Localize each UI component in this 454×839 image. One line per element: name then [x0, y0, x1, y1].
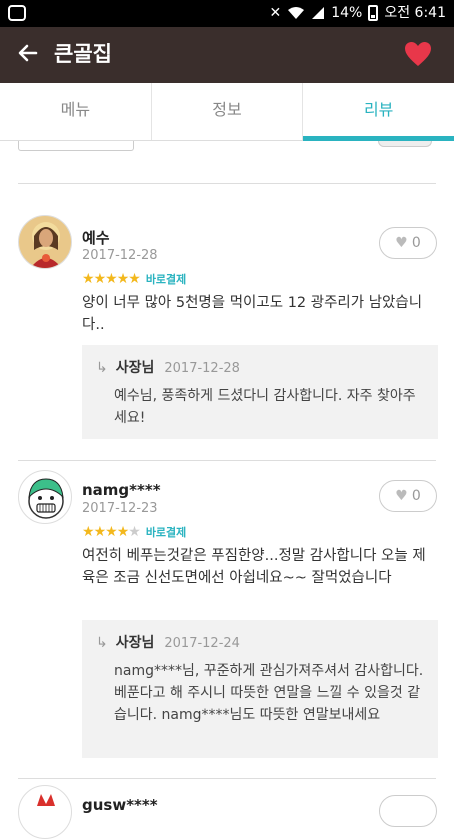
- star-icon: ★: [82, 524, 95, 540]
- like-count: 0: [411, 488, 421, 504]
- page-title: 큰골집: [54, 42, 112, 66]
- mute-icon: ✕: [269, 5, 282, 21]
- divider: [18, 183, 436, 184]
- like-button[interactable]: [379, 795, 437, 827]
- reply-date: 2017-12-28: [164, 361, 240, 376]
- star-icon: ★: [82, 271, 95, 287]
- reply-text: namg****님, 꾸준하게 관심가져주셔서 감사합니다. 베푼다고 해 주시…: [114, 663, 424, 723]
- star-icon: ★: [93, 271, 107, 287]
- clock: 오전 6:41: [384, 5, 446, 21]
- reply-arrow-icon: ↳: [96, 360, 108, 376]
- tab-info[interactable]: 정보: [152, 83, 304, 140]
- tab-menu[interactable]: 메뉴: [0, 83, 152, 140]
- review-date: 2017-12-23: [82, 501, 158, 516]
- sort-dropdown[interactable]: [18, 141, 134, 151]
- star-empty-icon: ★: [128, 524, 141, 540]
- filter-toggle[interactable]: [378, 141, 432, 147]
- star-icon: ★: [93, 524, 107, 540]
- app-bar: 큰골집: [0, 27, 454, 83]
- review-date: 2017-12-28: [82, 248, 158, 263]
- payment-badge: 바로결제: [145, 273, 187, 286]
- star-icon: ★: [105, 524, 118, 540]
- heart-outline-icon: ♥: [395, 235, 408, 251]
- like-button[interactable]: ♥ 0: [379, 227, 437, 259]
- owner-reply: ↳ 사장님 2017-12-24 namg****님, 꾸준하게 관심가져주셔서 감…: [82, 620, 438, 758]
- battery-icon: [368, 5, 379, 21]
- reply-author: 사장님: [115, 360, 155, 376]
- battery-percent: 14%: [331, 5, 363, 21]
- avatar: [18, 785, 72, 839]
- reviewer-name[interactable]: namg****: [82, 481, 161, 499]
- wifi-icon: [288, 7, 305, 19]
- back-arrow-icon[interactable]: [16, 41, 40, 65]
- status-bar: ✕ 14% 오전 6:41: [0, 0, 454, 27]
- reply-arrow-icon: ↳: [96, 635, 108, 651]
- heart-outline-icon: ♥: [395, 488, 408, 504]
- reply-text: 예수님, 풍족하게 드셨다니 감사합니다. 자주 찾아주세요!: [114, 388, 416, 426]
- owner-reply: ↳ 사장님 2017-12-28 예수님, 풍족하게 드셨다니 감사합니다. 자주 …: [82, 345, 438, 439]
- payment-badge: 바로결제: [145, 526, 187, 539]
- divider: [18, 778, 436, 779]
- star-icon: ★: [116, 271, 130, 287]
- avatar: [18, 215, 72, 269]
- review-text: 양이 너무 많아 5천명을 먹이고도 12 광주리가 남았습니다..: [82, 295, 423, 333]
- star-rating: ★★★★★ 바로결제: [82, 524, 186, 540]
- like-count: 0: [411, 235, 421, 251]
- tab-reviews[interactable]: 리뷰: [303, 83, 454, 141]
- signal-icon: [312, 7, 325, 19]
- reviewer-name[interactable]: gusw****: [82, 796, 158, 814]
- reply-author: 사장님: [115, 635, 155, 651]
- review-text: 여전히 베푸는것같은 푸짐한양...정말 감사합니다 오늘 제육은 조금 신선도…: [82, 548, 426, 586]
- tab-bar: 메뉴 정보 리뷰: [0, 83, 454, 141]
- star-rating: ★★★★★ 바로결제: [82, 271, 186, 287]
- star-icon: ★: [116, 524, 130, 540]
- star-icon: ★: [105, 271, 118, 287]
- star-icon: ★: [128, 271, 141, 287]
- heart-icon[interactable]: [404, 41, 432, 67]
- reply-date: 2017-12-24: [164, 636, 240, 651]
- app-icon: [8, 5, 26, 21]
- reviewer-name[interactable]: 예수: [82, 227, 110, 248]
- avatar: [18, 470, 72, 524]
- like-button[interactable]: ♥ 0: [379, 480, 437, 512]
- divider: [18, 460, 436, 461]
